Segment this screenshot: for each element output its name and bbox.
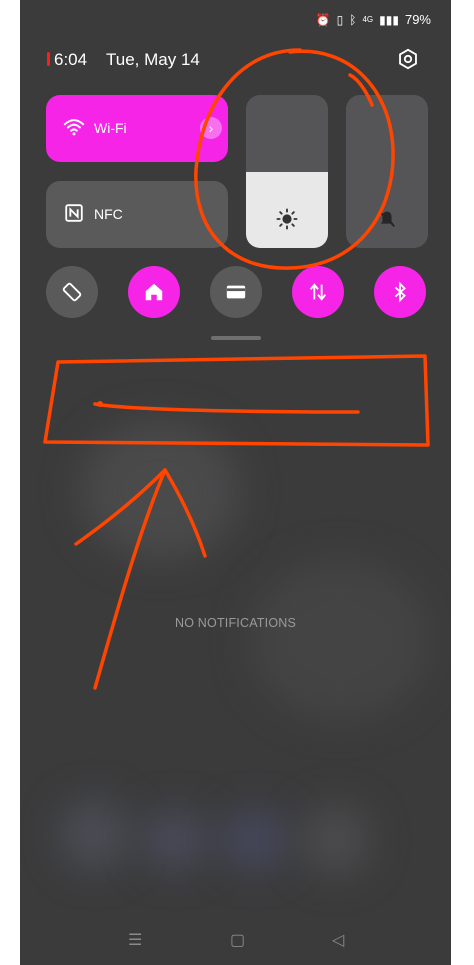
back-icon[interactable]: ◁ [332, 930, 344, 950]
mobile-data-icon [309, 283, 327, 301]
clock: 6:04 [54, 50, 88, 69]
alarm-icon: ⏰ [315, 12, 331, 27]
bluetooth-icon: ᛒ [349, 12, 357, 27]
auto-rotate-icon [62, 282, 82, 302]
no-notifications-text: NO NOTIFICATIONS [174, 616, 297, 630]
bluetooth-toggle[interactable] [374, 266, 426, 318]
gear-icon[interactable] [397, 48, 419, 70]
recents-icon[interactable]: ☰ [128, 930, 142, 950]
home-nav-icon[interactable]: ▢ [230, 930, 245, 950]
recording-indicator [47, 52, 50, 66]
notification-shade: ⏰ ▯ ᛒ 4G ▮▮▮ 79% 6:04 Tue, May 14 Wi-Fi … [20, 0, 451, 965]
background-blur [220, 810, 290, 870]
date[interactable]: Tue, May 14 [106, 50, 200, 70]
wifi-label: Wi-Fi [94, 120, 127, 136]
battery-percentage: 79% [404, 12, 431, 27]
chevron-right-icon[interactable]: › [200, 117, 222, 139]
signal-icon: ▮▮▮ [379, 12, 399, 27]
bluetooth-icon [394, 281, 406, 303]
vibrate-icon: ▯ [336, 12, 344, 27]
drag-handle[interactable] [211, 336, 261, 340]
mobile-data-toggle[interactable] [292, 266, 344, 318]
mute-icon [379, 211, 395, 227]
background-blur [80, 420, 240, 560]
nfc-tile[interactable]: NFC [46, 181, 228, 248]
card-toggle[interactable] [210, 266, 262, 318]
home-toggle[interactable] [128, 266, 180, 318]
wifi-icon [63, 119, 85, 136]
nfc-label: NFC [94, 206, 123, 222]
brightness-slider[interactable] [246, 95, 328, 248]
card-icon [226, 285, 246, 299]
home-icon [145, 283, 163, 301]
background-blur [300, 805, 370, 875]
status-bar: ⏰ ▯ ᛒ 4G ▮▮▮ 79% [316, 12, 431, 27]
volume-slider[interactable] [346, 95, 428, 248]
wifi-tile[interactable]: Wi-Fi › [46, 95, 228, 162]
auto-rotate-toggle[interactable] [46, 266, 98, 318]
background-blur [60, 800, 130, 870]
nfc-icon [65, 204, 83, 222]
network-label: 4G [362, 15, 374, 24]
brightness-icon [276, 208, 298, 230]
background-blur [140, 810, 210, 870]
background-blur [250, 560, 430, 720]
